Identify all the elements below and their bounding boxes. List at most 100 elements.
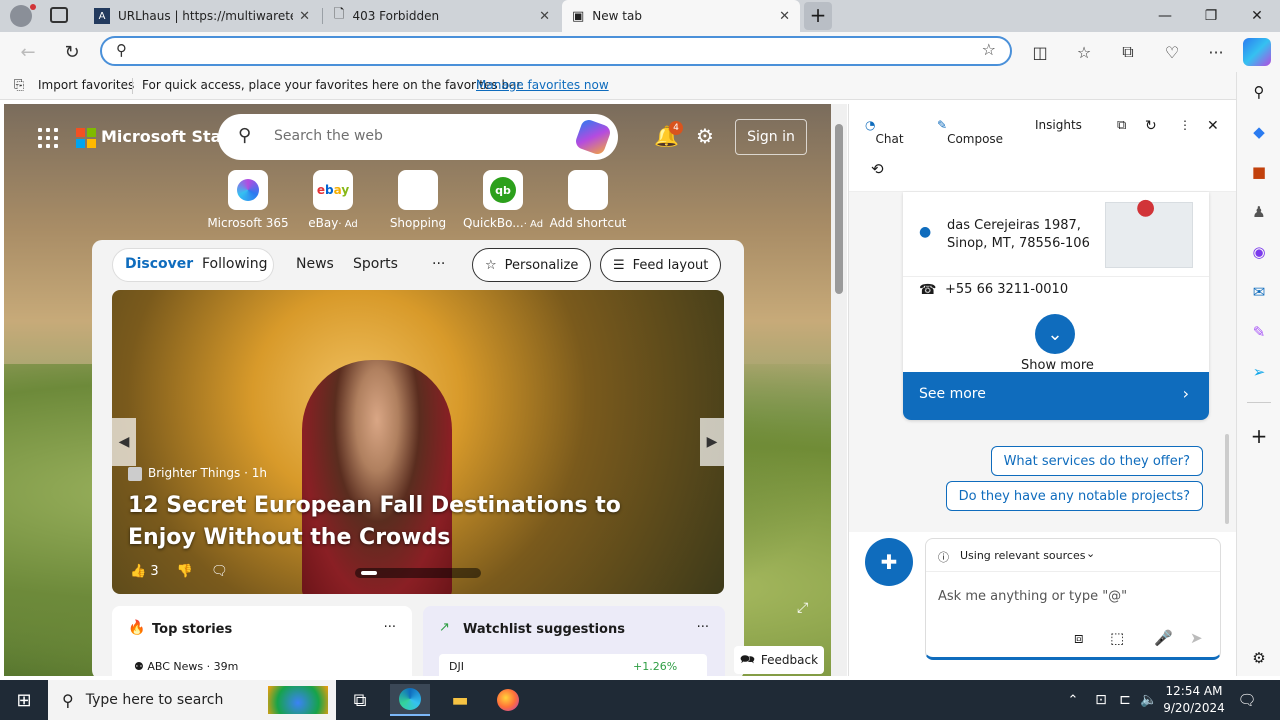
card-more-button[interactable]: ··· — [384, 620, 396, 635]
manage-favorites-link[interactable]: Manage favorites now — [476, 78, 609, 92]
comment-icon[interactable]: 🗨 — [211, 564, 228, 579]
taskbar-search[interactable]: ⚲ Type here to search — [48, 680, 336, 720]
microsoft-365-icon[interactable]: ◉ — [1247, 240, 1271, 264]
games-icon[interactable]: ♟ — [1247, 200, 1271, 224]
task-view-icon[interactable]: ⧉ — [340, 684, 380, 716]
compose-tab[interactable]: ✎ Compose — [937, 118, 1003, 146]
tab-following[interactable]: Following — [202, 256, 268, 272]
address-bar[interactable]: ⚲ ☆ — [100, 36, 1012, 66]
settings-more-icon[interactable]: ··· — [1200, 36, 1232, 68]
map-thumbnail[interactable]: ● — [1105, 195, 1193, 268]
copilot-icon[interactable] — [573, 117, 613, 157]
tab-new-tab[interactable]: ▣ New tab ✕ — [562, 0, 800, 32]
watchlist-row[interactable]: DJI +1.26% — [439, 654, 707, 676]
sources-selector[interactable]: Using relevant sources — [960, 549, 1085, 562]
add-shortcut-button[interactable]: + Add shortcut — [543, 170, 633, 230]
refresh-button[interactable]: ↻ — [56, 36, 88, 68]
network-icon[interactable]: ⊏ — [1112, 684, 1138, 716]
feed-layout-button[interactable]: ☰ Feed layout — [600, 248, 722, 282]
send-icon[interactable]: ➤ — [1190, 629, 1203, 647]
tab-sports[interactable]: Sports — [353, 256, 398, 272]
show-more-button[interactable]: ⌄ — [1035, 314, 1075, 354]
brand-name[interactable]: Microsoft Start — [101, 127, 237, 146]
more-tabs-button[interactable]: ··· — [432, 256, 445, 272]
split-screen-icon[interactable]: ◫ — [1024, 36, 1056, 68]
tab-discover[interactable]: Discover — [125, 256, 193, 272]
add-app-icon[interactable]: + — [1247, 424, 1271, 448]
story-headline[interactable]: 12 Secret European Fall Destinations to … — [128, 490, 688, 554]
history-icon[interactable]: ⟲ — [871, 160, 884, 178]
app-launcher-icon[interactable] — [38, 128, 58, 148]
tab-urlhaus[interactable]: A URLhaus | https://multiwaretecn... ✕ — [84, 0, 320, 32]
notifications-icon[interactable]: 🗨 — [1232, 684, 1262, 716]
drop-icon[interactable]: ➢ — [1247, 360, 1271, 384]
close-tab-icon[interactable]: ✕ — [539, 9, 550, 24]
search-icon[interactable]: ⚲ — [1247, 80, 1271, 104]
carousel-indicator[interactable] — [355, 568, 481, 578]
see-more-button[interactable]: See more › — [903, 372, 1209, 420]
shortcut-shopping[interactable]: 🏷 Shopping — [373, 170, 463, 230]
sidebar-settings-icon[interactable]: ⚙ — [1247, 646, 1271, 670]
close-icon[interactable]: ✕ — [1207, 118, 1219, 134]
close-tab-icon[interactable]: ✕ — [779, 9, 790, 24]
import-favorites-link[interactable]: Import favorites — [38, 78, 134, 92]
edge-taskbar-icon[interactable] — [390, 684, 430, 716]
image-input-icon[interactable]: ⧈ — [1074, 629, 1084, 647]
shortcut-quickbooks[interactable]: qb QuickBo...· Ad — [458, 170, 548, 230]
gear-icon[interactable]: ⚙ — [696, 124, 714, 148]
favorite-star-icon[interactable]: ☆ — [982, 40, 996, 59]
microphone-icon[interactable]: 🎤 — [1154, 629, 1173, 647]
open-in-new-icon[interactable]: ⧉ — [1117, 118, 1126, 133]
address-input[interactable] — [142, 42, 962, 60]
chevron-down-icon[interactable]: ⌄ — [1086, 547, 1095, 560]
back-button[interactable]: ← — [12, 36, 44, 68]
hero-story-card[interactable]: ◀ ▶ Brighter Things · 1h 12 Secret Europ… — [112, 290, 724, 594]
shortcut-ebay[interactable]: ebay eBay· Ad — [288, 170, 378, 230]
tray-app-icon[interactable]: ⊡ — [1088, 684, 1114, 716]
refresh-icon[interactable]: ↻ — [1145, 118, 1157, 134]
close-window-button[interactable]: ✕ — [1234, 0, 1280, 32]
restore-button[interactable]: ❐ — [1188, 0, 1234, 32]
suggestion-chip[interactable]: What services do they offer? — [990, 446, 1203, 476]
tab-news[interactable]: News — [296, 256, 334, 272]
personalize-button[interactable]: ☆ Personalize — [472, 248, 592, 282]
firefox-icon[interactable] — [488, 684, 528, 716]
expand-icon[interactable]: ⤢ — [797, 600, 808, 616]
card-more-button[interactable]: ··· — [697, 620, 709, 635]
insights-tab[interactable]: Insights — [1035, 118, 1082, 132]
copilot-icon[interactable] — [1243, 38, 1271, 66]
carousel-prev-button[interactable]: ◀ — [112, 418, 136, 466]
suggestion-chip[interactable]: Do they have any notable projects? — [945, 481, 1203, 511]
minimize-button[interactable]: — — [1142, 0, 1188, 32]
outlook-icon[interactable]: ✉ — [1247, 280, 1271, 304]
new-tab-button[interactable]: + — [804, 2, 832, 30]
browser-essentials-icon[interactable]: ♡ — [1156, 36, 1188, 68]
thumbs-up-icon[interactable]: 👍 — [130, 564, 146, 579]
tab-403[interactable]: 🗋 403 Forbidden ✕ — [324, 0, 560, 32]
thumbs-down-icon[interactable]: 👎 — [177, 564, 193, 579]
chat-scrollbar[interactable] — [1225, 434, 1229, 524]
tools-icon[interactable]: ■ — [1247, 160, 1271, 184]
more-options-icon[interactable]: ⋮ — [1179, 118, 1191, 132]
favorites-icon[interactable]: ☆ — [1068, 36, 1100, 68]
new-topic-button[interactable]: ✚ — [865, 538, 913, 586]
chat-input-box[interactable]: ⓘ Using relevant sources ⌄ Ask me anythi… — [925, 538, 1221, 660]
system-clock[interactable]: 12:54 AM 9/20/2024 — [1156, 683, 1232, 717]
phone-number[interactable]: +55 66 3211-0010 — [945, 282, 1068, 297]
file-explorer-icon[interactable]: ▬ — [440, 684, 480, 716]
sign-in-button[interactable]: Sign in — [735, 119, 807, 155]
show-hidden-icons[interactable]: ⌃ — [1060, 684, 1086, 716]
chat-tab[interactable]: ◔ Chat — [865, 118, 904, 146]
shopping-icon[interactable]: ◆ — [1247, 120, 1271, 144]
profile-avatar[interactable] — [10, 5, 32, 27]
collections-icon[interactable]: ⧉ — [1112, 36, 1144, 68]
page-scrollbar[interactable] — [831, 104, 847, 676]
feedback-button[interactable]: 🗪 Feedback — [734, 646, 824, 674]
close-tab-icon[interactable]: ✕ — [299, 9, 310, 24]
web-search-box[interactable]: ⚲ Search the web — [218, 114, 618, 160]
windows-start-icon[interactable]: ⊞ — [4, 684, 44, 716]
screenshot-icon[interactable]: ⬚ — [1110, 629, 1124, 647]
carousel-next-button[interactable]: ▶ — [700, 418, 724, 466]
tab-actions-icon[interactable] — [50, 7, 68, 23]
shortcut-microsoft-365[interactable]: Microsoft 365 — [203, 170, 293, 230]
